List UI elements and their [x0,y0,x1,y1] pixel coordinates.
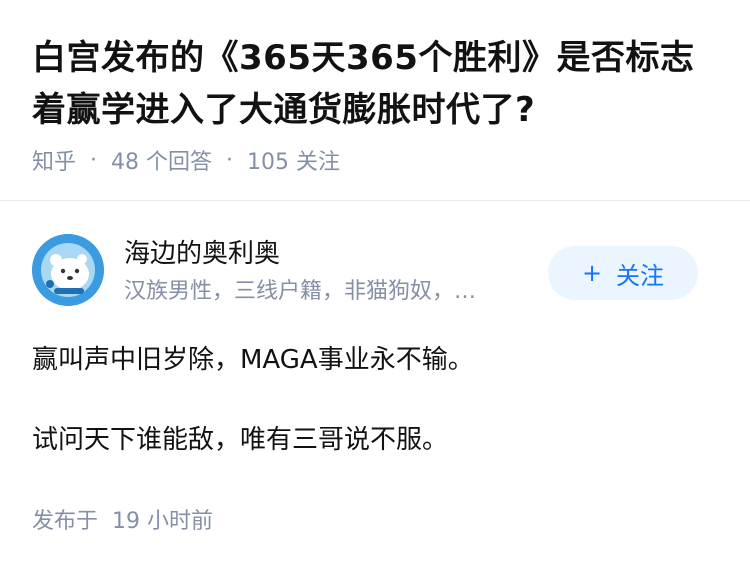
answer-paragraph: 试问天下谁能敌，唯有三哥说不服。 [32,425,449,455]
author-bio: 汉族男性，三线户籍，非猫狗奴，… [124,279,477,304]
author-row: 海边的奥利奥 汉族男性，三线户籍，非猫狗奴，… + 关注 [32,234,718,314]
follower-count[interactable]: 105 关注 [247,144,340,176]
divider [0,200,750,201]
meta-separator: · [226,147,234,173]
follow-button[interactable]: + 关注 [548,246,698,300]
publish-time: 发布于 19 小时前 [32,509,213,534]
question-header: 白宫发布的《365天365个胜利》是否标志着赢学进入了大通货膨胀时代了? [32,32,722,136]
meta-separator: · [90,147,98,173]
avatar-polar-bear-icon [32,234,104,306]
author-name[interactable]: 海边的奥利奥 [124,236,280,272]
source-label[interactable]: 知乎 [32,144,76,176]
question-meta: 知乎 · 48 个回答 · 105 关注 [32,144,340,176]
follow-label: 关注 [616,261,665,290]
question-title[interactable]: 白宫发布的《365天365个胜利》是否标志着赢学进入了大通货膨胀时代了? [32,32,722,136]
answer-content[interactable]: 赢叫声中旧岁除，MAGA事业永不输。 试问天下谁能敌，唯有三哥说不服。 [32,340,722,460]
answer-paragraph: 赢叫声中旧岁除，MAGA事业永不输。 [32,345,474,375]
plus-icon: + [581,259,603,287]
answer-count[interactable]: 48 个回答 [111,144,212,176]
avatar[interactable] [32,234,104,306]
